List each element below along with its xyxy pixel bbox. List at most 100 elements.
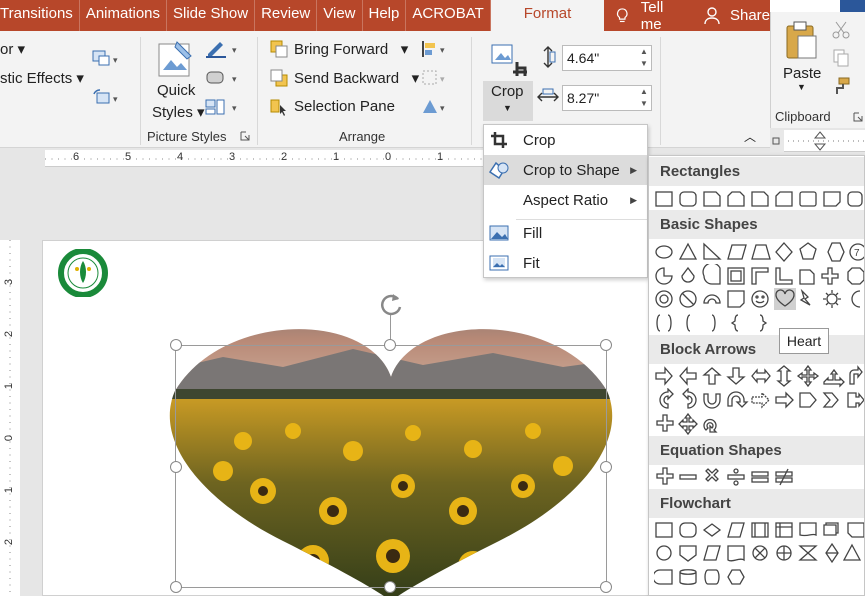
- paste-dropdown-icon[interactable]: ▼: [797, 82, 806, 92]
- resize-handle[interactable]: [170, 461, 182, 473]
- selection-pane-button[interactable]: Selection Pane: [294, 98, 395, 115]
- send-backward-button[interactable]: Send Backward ▾: [294, 69, 419, 87]
- basic-shapes-row-2[interactable]: [654, 264, 864, 288]
- reset-picture-button[interactable]: ▾: [88, 87, 124, 109]
- menu-item-fit[interactable]: Fit: [484, 248, 647, 278]
- svg-text:▾: ▾: [232, 103, 237, 113]
- menu-item-crop-to-shape[interactable]: Crop to Shape ▶: [484, 155, 647, 185]
- lightbulb-icon: [617, 7, 628, 22]
- height-value: 4.64": [567, 50, 600, 66]
- menu-item-fill[interactable]: Fill: [484, 218, 647, 248]
- send-backward-label: Send Backward: [294, 70, 400, 87]
- compress-pictures-button[interactable]: ▾: [88, 49, 124, 69]
- resize-handle[interactable]: [384, 581, 396, 593]
- menu-item-label: Aspect Ratio: [523, 191, 609, 209]
- svg-text:▾: ▾: [232, 45, 237, 55]
- tab-acrobat[interactable]: ACROBAT: [406, 0, 491, 31]
- resize-handle[interactable]: [170, 581, 182, 593]
- submenu-arrow-icon: ▶: [630, 164, 637, 175]
- slide-canvas[interactable]: [42, 240, 652, 596]
- artistic-effects-button[interactable]: stic Effects ▾: [0, 69, 84, 87]
- height-spinner[interactable]: ▲ ▼: [637, 46, 651, 70]
- height-input[interactable]: 4.64" ▲ ▼: [562, 45, 652, 71]
- compress-icon: ▾: [92, 50, 118, 66]
- ruler-tick-label: 2: [3, 330, 16, 338]
- tab-format[interactable]: Format: [490, 0, 605, 31]
- cut-icon[interactable]: [829, 20, 853, 40]
- selection-frame: [175, 345, 607, 588]
- width-spinner[interactable]: ▲ ▼: [637, 86, 651, 110]
- tab-review[interactable]: Review: [255, 0, 318, 31]
- quick-styles-label-1[interactable]: Quick: [157, 82, 195, 99]
- picture-border-button[interactable]: ▾: [204, 39, 242, 59]
- picture-layout-button[interactable]: ▾: [204, 97, 242, 117]
- block-arrows-row-3[interactable]: [654, 412, 864, 436]
- height-icon: [537, 45, 559, 69]
- equation-shapes-row[interactable]: [654, 465, 864, 489]
- resize-handle[interactable]: [600, 581, 612, 593]
- width-value: 8.27": [567, 90, 600, 106]
- ribbon: or ▾ stic Effects ▾ ▾ ▾ Quick Styles ▾ ▾…: [0, 31, 770, 148]
- resize-handle[interactable]: [170, 339, 182, 351]
- resize-handle[interactable]: [600, 339, 612, 351]
- crop-button[interactable]: Crop ▼: [483, 81, 533, 121]
- group-button[interactable]: ▾: [420, 68, 448, 88]
- artistic-effects-label: stic Effects: [0, 70, 73, 87]
- paste-icon: [783, 16, 821, 64]
- basic-shapes-row-4[interactable]: [654, 311, 864, 335]
- effects-icon: ▾: [206, 71, 237, 84]
- rectangle-shapes-row[interactable]: [654, 187, 864, 211]
- rotate-button[interactable]: ▾: [420, 97, 448, 117]
- tab-help[interactable]: Help: [363, 0, 407, 31]
- tab-view[interactable]: View: [317, 0, 363, 31]
- flowchart-row-1[interactable]: [654, 518, 864, 542]
- vertical-ruler: 3 2 1 0 1 2: [0, 240, 20, 596]
- ruler-tick-label: 0: [3, 434, 16, 442]
- chevron-down-icon: ▼: [503, 103, 512, 113]
- fill-icon: [488, 223, 510, 243]
- copy-icon[interactable]: [829, 48, 853, 68]
- paste-button[interactable]: Paste: [783, 65, 821, 82]
- reset-icon: ▾: [93, 89, 118, 104]
- ruler-tick-label: 2: [281, 151, 288, 163]
- color-label: or: [0, 41, 14, 58]
- university-logo: [57, 248, 109, 298]
- rotate-handle-icon[interactable]: [378, 291, 404, 317]
- width-input[interactable]: 8.27" ▲ ▼: [562, 85, 652, 111]
- bring-forward-button[interactable]: Bring Forward ▾: [294, 40, 408, 58]
- format-painter-icon[interactable]: [829, 76, 853, 96]
- color-button[interactable]: or ▾: [0, 40, 25, 58]
- picture-effects-button[interactable]: ▾: [204, 68, 242, 88]
- share-button[interactable]: Share: [678, 6, 770, 25]
- ruler-tick-label: 1: [333, 151, 340, 163]
- menu-item-crop[interactable]: Crop: [484, 125, 647, 155]
- svg-text:▾: ▾: [440, 74, 445, 84]
- crop-picture-icon: [488, 39, 530, 81]
- quick-styles-button[interactable]: Styles ▾: [152, 103, 205, 121]
- tab-animations[interactable]: Animations: [80, 0, 168, 31]
- quick-styles-icon: [155, 40, 195, 82]
- collapse-ribbon-button[interactable]: ︿: [744, 128, 756, 145]
- clipboard-launcher-icon[interactable]: [851, 110, 865, 124]
- block-arrows-row-1[interactable]: [654, 364, 864, 388]
- menu-item-aspect-ratio[interactable]: Aspect Ratio ▶: [484, 185, 647, 215]
- tab-transitions[interactable]: Transitions: [0, 0, 80, 31]
- section-rectangles: Rectangles: [649, 157, 864, 186]
- resize-handle[interactable]: [384, 339, 396, 351]
- align-button[interactable]: ▾: [420, 39, 448, 59]
- ruler-tick-label: 3: [229, 151, 236, 163]
- tell-me-button[interactable]: Tell me: [604, 0, 678, 33]
- dialog-launcher-icon[interactable]: [238, 129, 252, 143]
- basic-shapes-row-1[interactable]: 7: [654, 240, 864, 264]
- ruler-tick-label: 3: [3, 278, 16, 286]
- resize-handle[interactable]: [600, 461, 612, 473]
- block-arrows-row-2[interactable]: [654, 388, 864, 412]
- basic-shapes-row-3[interactable]: [654, 287, 864, 311]
- width-icon: [537, 86, 559, 108]
- tab-slide-show[interactable]: Slide Show: [167, 0, 256, 31]
- clipboard-group: Paste ▼ Clipboard: [770, 12, 865, 128]
- svg-text:7: 7: [854, 248, 860, 259]
- flowchart-row-3[interactable]: [654, 565, 864, 589]
- svg-text:▾: ▾: [440, 103, 445, 113]
- flowchart-row-2[interactable]: [654, 541, 864, 565]
